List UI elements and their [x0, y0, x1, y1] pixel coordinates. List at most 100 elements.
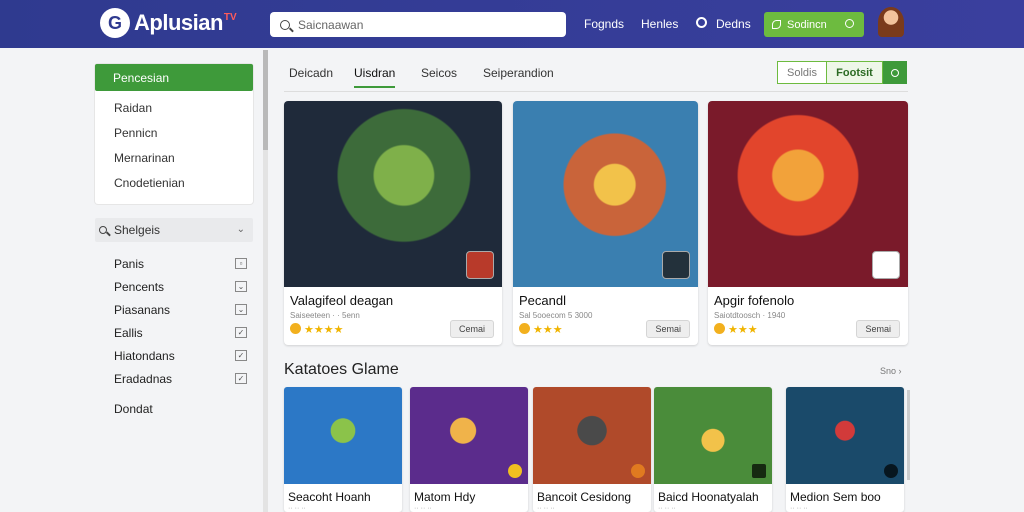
toggle-search-button[interactable] [883, 61, 907, 84]
sidebar-item[interactable]: Pennicn [95, 120, 253, 145]
filter-item[interactable]: Eradadnas ✓ [95, 367, 255, 390]
filter-label: Eallis [114, 325, 143, 340]
checkbox[interactable]: ✓ [235, 327, 247, 338]
tile-title: Baicd Hoonatyalah [658, 490, 759, 504]
checkbox[interactable]: ⌄ [235, 304, 247, 315]
game-tile[interactable]: Matom Hdy ·· ·· ·· [410, 387, 528, 512]
see-more-link[interactable]: Sno › [880, 366, 902, 376]
logo[interactable]: G Aplusian TV [100, 8, 237, 38]
tab-item[interactable]: Seiperandion [483, 66, 554, 80]
toggle-option[interactable]: Soldis [777, 61, 827, 84]
card-subtitle: Sal 5ooecom 5 3000 [519, 311, 593, 320]
tile-subtitle: ·· ·· ·· [658, 505, 676, 512]
game-tile[interactable]: Bancoit Cesidong ·· ·· ·· [533, 387, 651, 512]
card-title: Pecandl [519, 293, 566, 308]
featured-card[interactable]: Pecandl Sal 5ooecom 5 3000 ★★★ Semai [513, 101, 698, 345]
game-artwork [284, 101, 502, 287]
filter-item[interactable]: Piasanans ⌄ [95, 298, 255, 321]
leaf-icon [772, 20, 781, 29]
sidebar-item[interactable]: Mernarinan [95, 145, 253, 170]
chevron-down-icon: ⌄ [236, 224, 245, 235]
game-artwork [513, 101, 698, 287]
coin-icon [519, 323, 530, 334]
rating: ★★★ [519, 323, 563, 336]
sidebar-item[interactable]: Raidan [95, 95, 253, 120]
card-button-label: Cemai [458, 324, 485, 334]
filter-item[interactable]: Pencents ⌄ [95, 275, 255, 298]
checkbox[interactable]: ✓ [235, 373, 247, 384]
tile-subtitle: ·· ·· ·· [288, 505, 306, 512]
search-icon [845, 19, 854, 28]
featured-card[interactable]: Apgir fofenolo Saiotdtoosch · 1940 ★★★ S… [708, 101, 908, 345]
filter-label: Piasanans [114, 302, 171, 317]
filter-label: Panis [114, 256, 145, 271]
tab-item[interactable]: Seicos [421, 66, 457, 80]
sidebar-scrollbar[interactable] [263, 50, 268, 512]
tile-subtitle: ·· ·· ·· [790, 505, 808, 512]
star-rating: ★★★ [728, 324, 758, 336]
carousel-scrollbar[interactable] [907, 390, 910, 480]
checkbox[interactable]: ✓ [235, 350, 247, 361]
featured-card[interactable]: Valagifeol deagan Saiseeteen · · 5enn ★★… [284, 101, 502, 345]
tab-item[interactable]: Deicadn [289, 66, 333, 80]
category-dropdown[interactable]: Shelgeis ⌄ [95, 218, 253, 242]
checkbox[interactable]: ▫ [235, 258, 247, 269]
top-bar: G Aplusian TV Saicnaawan Fognds Henles D… [0, 0, 1024, 48]
logo-tag: TV [223, 11, 237, 23]
game-badge-icon [466, 251, 494, 279]
sidebar: Pencesian Raidan Pennicn Mernarinan Cnod… [95, 64, 255, 416]
view-toggle: Soldis Footsit [777, 61, 907, 84]
card-button-label: Semai [655, 324, 681, 334]
tile-title: Bancoit Cesidong [537, 490, 632, 504]
game-tile[interactable]: Seacoht Hoanh ·· ·· ·· [284, 387, 402, 512]
card-button[interactable]: Cemai [449, 320, 494, 338]
game-artwork [654, 387, 772, 484]
search-icon [891, 68, 899, 77]
toggle-option-active[interactable]: Footsit [827, 61, 883, 84]
search-placeholder: Saicnaawan [298, 17, 364, 32]
nav-link-henles[interactable]: Henles [641, 17, 678, 31]
search-icon [99, 226, 107, 234]
game-tile[interactable]: Medion Sem boo ·· ·· ·· [786, 387, 904, 512]
sidebar-menu: Pencesian Raidan Pennicn Mernarinan Cnod… [95, 64, 253, 204]
avatar[interactable] [878, 7, 904, 37]
category-label: Shelgeis [114, 223, 161, 237]
tile-title: Matom Hdy [414, 490, 476, 504]
card-title: Apgir fofenolo [714, 293, 795, 308]
tile-title: Medion Sem boo [790, 490, 881, 504]
game-badge-icon [884, 464, 898, 478]
filter-item[interactable]: Eallis ✓ [95, 321, 255, 344]
gear-icon[interactable] [696, 17, 707, 28]
scroll-thumb[interactable] [263, 50, 268, 150]
card-button[interactable]: Semai [856, 320, 900, 338]
game-tile[interactable]: Baicd Hoonatyalah ·· ·· ·· [654, 387, 772, 512]
sidebar-item[interactable]: Cnodetienian [95, 170, 253, 195]
search-icon [280, 19, 290, 30]
game-badge-icon [662, 251, 690, 279]
rating: ★★★★ [290, 323, 343, 336]
game-artwork [410, 387, 528, 484]
filter-item[interactable]: Hiatondans ✓ [95, 344, 255, 367]
search-input[interactable]: Saicnaawan [270, 12, 566, 37]
game-badge-icon [508, 464, 522, 478]
logo-text: Aplusian [134, 10, 223, 35]
filter-label: Eradadnas [114, 371, 173, 386]
checkbox[interactable]: ⌄ [235, 281, 247, 292]
nav-link-dedns[interactable]: Dedns [716, 17, 751, 31]
logo-mark-icon: G [100, 8, 130, 38]
game-artwork [284, 387, 402, 484]
game-artwork [708, 101, 908, 287]
card-button[interactable]: Semai [646, 320, 690, 338]
sidebar-item-active[interactable]: Pencesian [95, 64, 253, 91]
cta-label: Sodincn [787, 18, 827, 31]
card-subtitle: Saiotdtoosch · 1940 [714, 311, 786, 320]
filter-item[interactable]: Panis ▫ [95, 252, 255, 275]
tile-title: Seacoht Hoanh [288, 490, 371, 504]
card-button-label: Semai [865, 324, 891, 334]
nav-link-fognds[interactable]: Fognds [584, 17, 624, 31]
filter-label: Hiatondans [114, 348, 175, 363]
game-artwork [533, 387, 651, 484]
search-cta-button[interactable]: Sodincn [764, 12, 864, 37]
sidebar-footer-link[interactable]: Dondat [95, 402, 255, 416]
tab-item-active[interactable]: Uisdran [354, 66, 396, 88]
